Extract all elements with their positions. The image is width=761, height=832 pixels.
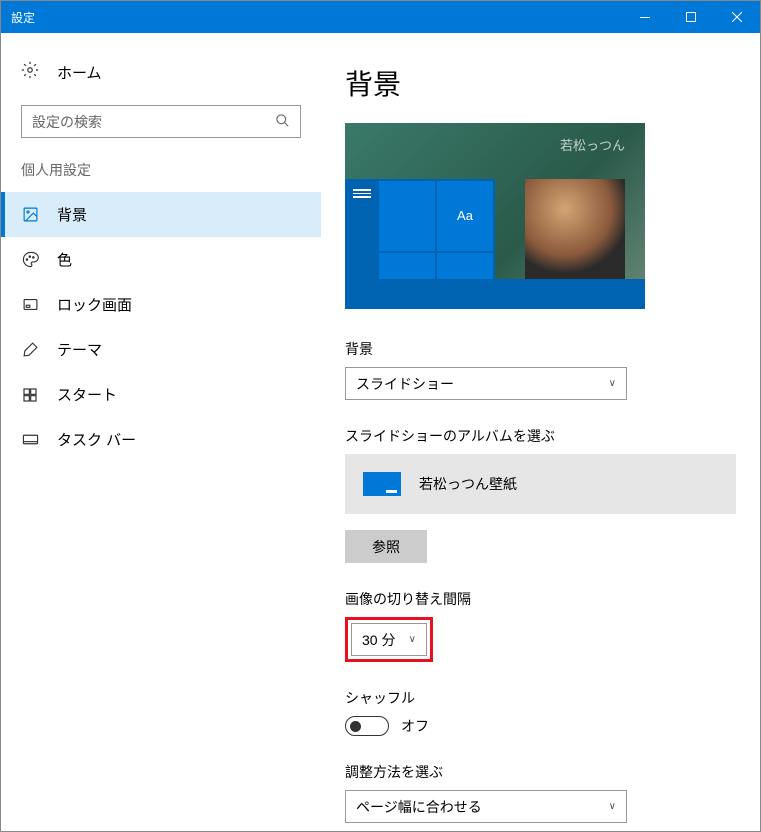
sidebar-item-background[interactable]: 背景 bbox=[1, 192, 321, 237]
sidebar-item-taskbar[interactable]: タスク バー bbox=[1, 417, 321, 462]
interval-dropdown[interactable]: 30 分 ∨ bbox=[351, 623, 427, 656]
fit-value: ページ幅に合わせる bbox=[356, 797, 482, 817]
lockscreen-icon bbox=[21, 296, 39, 314]
page-title: 背景 bbox=[345, 63, 736, 103]
sidebar-item-lockscreen[interactable]: ロック画面 bbox=[1, 282, 321, 327]
background-value: スライドショー bbox=[356, 374, 454, 394]
sidebar-item-label: テーマ bbox=[57, 339, 102, 360]
preview-taskbar bbox=[345, 279, 645, 309]
preview-image-figure bbox=[525, 179, 625, 279]
sidebar-item-colors[interactable]: 色 bbox=[1, 237, 321, 282]
browse-button[interactable]: 参照 bbox=[345, 530, 427, 563]
shuffle-toggle[interactable] bbox=[345, 716, 389, 736]
gear-icon bbox=[21, 61, 39, 83]
sidebar-item-label: 背景 bbox=[57, 204, 87, 225]
home-label: ホーム bbox=[57, 62, 102, 83]
brush-icon bbox=[21, 341, 39, 359]
fit-label: 調整方法を選ぶ bbox=[345, 762, 736, 782]
section-title: 個人用設定 bbox=[1, 160, 321, 192]
shuffle-state: オフ bbox=[401, 716, 429, 736]
preview-tile-aa: Aa bbox=[437, 181, 493, 251]
browse-label: 参照 bbox=[372, 537, 400, 557]
chevron-down-icon: ∨ bbox=[609, 801, 616, 812]
picture-icon bbox=[21, 206, 39, 224]
window-controls bbox=[622, 1, 760, 33]
minimize-button[interactable] bbox=[622, 1, 668, 33]
background-label: 背景 bbox=[345, 339, 736, 359]
titlebar: 設定 bbox=[1, 1, 760, 33]
fit-dropdown[interactable]: ページ幅に合わせる ∨ bbox=[345, 790, 627, 823]
sidebar-item-label: タスク バー bbox=[57, 429, 136, 450]
maximize-button[interactable] bbox=[668, 1, 714, 33]
search-icon bbox=[275, 113, 290, 131]
search-placeholder: 設定の検索 bbox=[32, 112, 102, 132]
sidebar-item-label: ロック画面 bbox=[57, 294, 132, 315]
shuffle-label: シャッフル bbox=[345, 688, 736, 708]
start-icon bbox=[21, 386, 39, 404]
home-button[interactable]: ホーム bbox=[1, 53, 321, 91]
preview-watermark: 若松っつん bbox=[560, 135, 625, 154]
window-title: 設定 bbox=[1, 9, 35, 26]
desktop-preview: 若松っつん Aa bbox=[345, 123, 645, 309]
close-button[interactable] bbox=[714, 1, 760, 33]
sidebar-item-start[interactable]: スタート bbox=[1, 372, 321, 417]
sidebar-item-themes[interactable]: テーマ bbox=[1, 327, 321, 372]
interval-label: 画像の切り替え間隔 bbox=[345, 589, 736, 609]
preview-tile bbox=[379, 181, 435, 251]
search-input[interactable]: 設定の検索 bbox=[21, 105, 301, 138]
chevron-down-icon: ∨ bbox=[409, 634, 416, 645]
highlight-box: 30 分 ∨ bbox=[345, 617, 433, 662]
interval-value: 30 分 bbox=[362, 630, 395, 650]
sidebar: ホーム 設定の検索 個人用設定 背景 色 ロック画面 テーマ スタート bbox=[1, 33, 321, 831]
album-label: スライドショーのアルバムを選ぶ bbox=[345, 426, 736, 446]
palette-icon bbox=[21, 251, 39, 269]
chevron-down-icon: ∨ bbox=[609, 378, 616, 389]
toggle-knob bbox=[350, 721, 361, 732]
sidebar-item-label: スタート bbox=[57, 384, 117, 405]
album-name: 若松っつん壁紙 bbox=[419, 474, 517, 494]
main-panel: 背景 若松っつん Aa 背景 スライドショー bbox=[321, 33, 760, 831]
background-dropdown[interactable]: スライドショー ∨ bbox=[345, 367, 627, 400]
taskbar-icon bbox=[21, 431, 39, 449]
folder-icon bbox=[363, 472, 401, 496]
sidebar-item-label: 色 bbox=[57, 249, 72, 270]
album-box: 若松っつん壁紙 bbox=[345, 454, 736, 514]
